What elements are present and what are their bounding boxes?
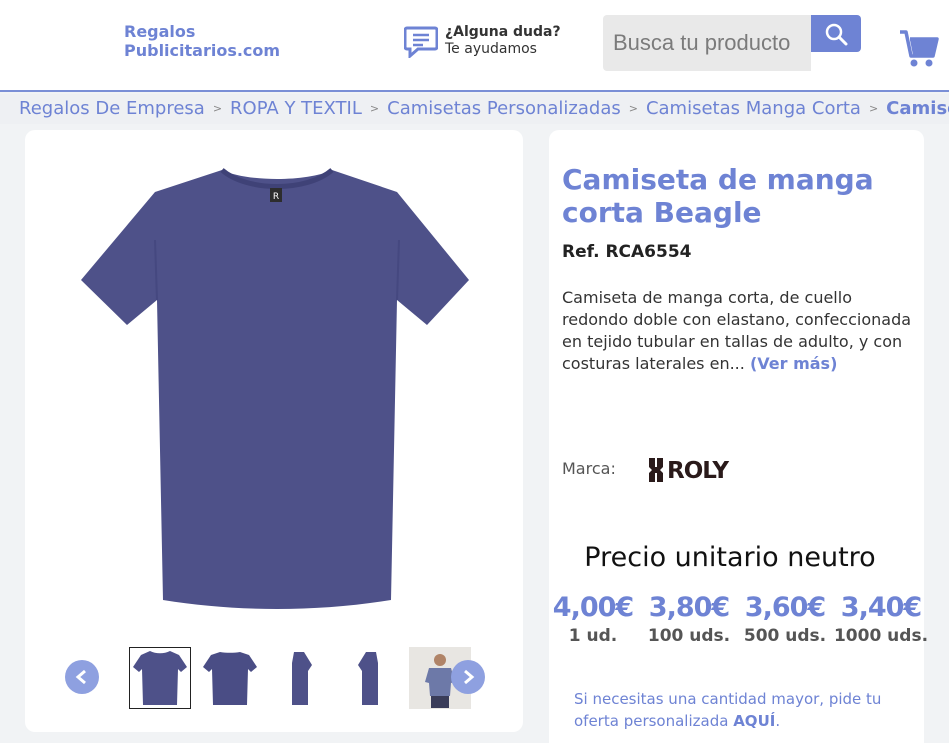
product-title: Camiseta de manga corta Beagle	[562, 163, 874, 229]
logo-line-2: Publicitarios.com	[124, 41, 281, 60]
breadcrumb: Regalos De Empresa > ROPA Y TEXTIL > Camiset…	[0, 94, 949, 124]
product-description: Camiseta de manga corta, de cuello redon…	[562, 287, 912, 375]
tier-price: 3,80€	[648, 592, 730, 623]
price-tier: 3,80€ 100 uds.	[641, 592, 737, 650]
logo-line-1: Regalos	[124, 22, 196, 41]
breadcrumb-separator: >	[628, 102, 638, 115]
product-gallery: R	[25, 130, 523, 732]
site-header: Regalos Publicitarios.com ¿Alguna duda? …	[0, 0, 949, 92]
tier-quantity: 1 ud.	[568, 626, 618, 646]
breadcrumb-separator: >	[868, 102, 879, 115]
tshirt-side-icon	[358, 652, 378, 705]
chat-icon	[404, 26, 438, 58]
help-widget[interactable]: ¿Alguna duda? Te ayudamos	[404, 24, 561, 58]
search-box	[603, 15, 811, 71]
breadcrumb-item-ropa[interactable]: ROPA Y TEXTIL	[230, 98, 362, 119]
next-image-button[interactable]	[451, 660, 485, 694]
help-subtext: Te ayudamos	[445, 41, 537, 57]
search-input[interactable]	[603, 15, 811, 71]
price-tiers: 4,00€ 1 ud. 3,80€ 100 uds. 3,60€ 500 uds…	[545, 592, 929, 650]
breadcrumb-item-manga-corta[interactable]: Camisetas Manga Corta	[646, 98, 861, 119]
site-logo[interactable]: Regalos Publicitarios.com	[124, 22, 280, 60]
svg-text:R: R	[273, 192, 279, 202]
thumbnail-back[interactable]	[199, 647, 261, 709]
search-button[interactable]	[811, 15, 861, 52]
prev-image-button[interactable]	[65, 660, 99, 694]
chevron-left-icon	[75, 669, 86, 685]
help-question: ¿Alguna duda?	[445, 24, 561, 40]
cart-icon[interactable]	[898, 28, 940, 70]
search-icon	[825, 23, 848, 45]
breadcrumb-separator: >	[369, 102, 380, 115]
breadcrumb-item-regalos[interactable]: Regalos De Empresa	[19, 98, 205, 119]
product-main-image[interactable]: R	[77, 160, 477, 610]
tier-quantity: 1000 uds.	[833, 626, 929, 646]
tier-quantity: 100 uds.	[647, 626, 731, 646]
thumbnail-side-left[interactable]	[269, 647, 331, 709]
breadcrumb-current: Camiseta de manga corta Beagle	[886, 98, 949, 119]
chevron-right-icon	[464, 669, 475, 685]
price-tier: 4,00€ 1 ud.	[545, 592, 641, 650]
price-title: Precio unitario neutro	[584, 542, 876, 573]
custom-quote-link[interactable]: AQUÍ	[733, 712, 775, 730]
thumbnail-strip	[63, 645, 493, 711]
price-tier: 3,40€ 1000 uds.	[833, 592, 929, 650]
note-text: Si necesitas una cantidad mayor, pide tu…	[574, 690, 882, 730]
brand-label: Marca:	[562, 459, 616, 478]
tier-price: 4,00€	[552, 592, 634, 623]
brand-name: ROLY	[667, 458, 729, 484]
breadcrumb-item-camisetas[interactable]: Camisetas Personalizadas	[387, 98, 621, 119]
read-more-link[interactable]: (Ver más)	[750, 354, 837, 373]
thumbnail-front[interactable]	[129, 647, 191, 709]
product-ref: Ref. RCA6554	[562, 242, 692, 262]
tshirt-back-icon	[203, 652, 257, 705]
roly-brand-logo[interactable]: ROLY	[647, 454, 747, 484]
tier-price: 3,60€	[744, 592, 826, 623]
note-end: .	[775, 712, 781, 730]
price-tier: 3,60€ 500 uds.	[737, 592, 833, 650]
tshirt-side-icon	[292, 652, 312, 705]
description-text: Camiseta de manga corta, de cuello redon…	[562, 288, 912, 373]
custom-quote-note: Si necesitas una cantidad mayor, pide tu…	[574, 688, 894, 732]
product-info: Camiseta de manga corta Beagle Ref. RCA6…	[549, 130, 928, 743]
thumbnail-side-right[interactable]	[339, 647, 401, 709]
tier-price: 3,40€	[840, 592, 922, 623]
breadcrumb-separator: >	[212, 102, 223, 115]
tshirt-front-icon	[133, 651, 187, 705]
tier-quantity: 500 uds.	[743, 626, 827, 646]
